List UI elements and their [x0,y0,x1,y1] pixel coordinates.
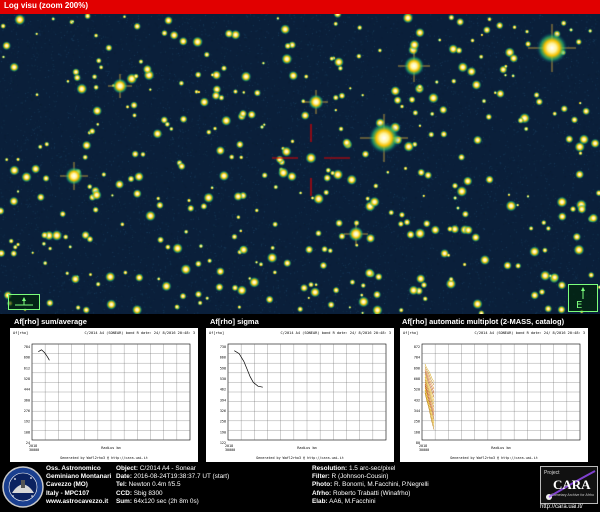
chart-footer: Generated by Wafl2rho3 @ http://cara.uai… [256,456,344,460]
x-tick-label: 30000 [29,448,39,452]
title-text: Log visu (zoom 200%) [4,1,89,10]
panel-title-multiplot: Af[rho] automatic multiplot (2-MASS, cat… [402,317,565,326]
north-arrow-icon [15,297,33,306]
observation-info: Object: C/2014 A4 - Sonear Date: 2016-08… [116,465,229,506]
y-tick-label: 598 [220,366,226,370]
panel-title-sum: Af[rho] sum/average [14,317,87,326]
processing-info: Resolution: 1.5 arc-sec/pixel Filter: R … [312,465,429,506]
y-tick-label: 256 [414,420,420,424]
y-tick-label: 192 [24,420,30,424]
obs-value: 64x120 sec (2h 8m 0s) [133,497,199,505]
y-tick-label: 326 [220,409,226,413]
y-tick-label: 528 [24,377,30,381]
obs-line3: Cavezzo (MO) [46,481,88,489]
chart-object-label: C/2014 A4 (SONEAR) [281,331,320,335]
proc-value: Roberto Trabatti (Winafrho) [332,489,411,497]
x-axis-label: Radius km [491,446,510,450]
y-tick-label: 190 [220,430,226,434]
svg-text:E: E [576,300,582,311]
obs-website[interactable]: www.astrocavezzo.it [46,498,108,505]
title-bar: Log visu (zoom 200%) [0,0,600,14]
cara-name: CARA [553,477,591,492]
y-tick-label: 108 [24,430,30,434]
y-tick-label: 258 [220,420,226,424]
y-tick-label: 530 [220,377,226,381]
orientation-indicator: E [568,284,598,312]
observatory-logo [2,466,44,508]
proc-key: Filter: [312,473,330,481]
proc-value: R. Bonomi, M.Facchini, P.Negrelli [334,481,429,489]
x-axis-label: Radius km [297,446,316,450]
chart-date-label: band R date: 24/ 8/2016 20:48: 3 [126,331,195,335]
afrho-sum-chart: Af[rho] C/2014 A4 (SONEAR) band R date: 24… [10,328,198,462]
obs-value: Sbig 8300 [133,489,163,497]
obs-key: Object: [116,465,139,472]
chart-y-label: Af[rho] [403,331,418,335]
y-tick-label: 872 [414,345,420,349]
comet-image-log-view[interactable] [0,14,600,314]
chart-y-label: Af[rho] [209,331,224,335]
y-tick-label: 444 [24,388,30,392]
chart-date-label: band R date: 24/ 8/2016 20:48: 3 [322,331,391,335]
y-tick-label: 666 [220,356,226,360]
y-tick-label: 276 [24,409,30,413]
proc-key: Elab: [312,497,328,505]
obs-value: C/2014 A4 - Sonear [139,465,196,472]
y-tick-label: 608 [414,377,420,381]
y-tick-label: 168 [414,430,420,434]
obs-line4: Italy - MPC107 [46,489,90,497]
cara-logo[interactable]: Project CARA Cometary Archive for Afrho [540,466,598,504]
y-tick-label: 520 [414,388,420,392]
obs-key: CCD: [116,489,132,497]
obs-key: Tel: [116,481,127,489]
proc-key: Resolution: [312,465,348,472]
observatory-info: Oss. Astronomico Geminiano Montanari Cav… [46,465,111,506]
cara-project: Project [544,470,560,476]
x-axis-label: Radius km [101,446,120,450]
afrho-multiplot-chart: Af[rho] C/2014 A4 (SONEAR) band R date: 24… [400,328,588,462]
cara-url[interactable]: http://cara.uai.it/ [540,504,583,510]
y-tick-label: 344 [414,409,420,413]
panel-title-sigma: Af[rho] sigma [210,317,259,326]
x-tick-label: 30000 [225,448,235,452]
proc-value: 1.5 arc-sec/pixel [348,465,396,472]
x-tick-label: 30000 [419,448,429,452]
y-tick-label: 784 [24,345,30,349]
obs-line2: Geminiano Montanari [46,473,112,481]
observatory-emblem-icon [2,466,44,508]
proc-key: Photo: [312,481,333,489]
chart-date-label: band R date: 24/ 8/2016 20:48: 3 [516,331,585,335]
obs-value: Newton 0.4m f/5.5 [128,481,181,489]
proc-value: R (Johnson-Cousin) [331,473,389,481]
obs-key: Sum: [116,497,132,505]
y-tick-label: 730 [220,345,226,349]
orientation-e-icon: E [576,287,585,311]
chart-y-label: Af[rho] [13,331,28,335]
y-tick-label: 696 [24,356,30,360]
y-tick-label: 612 [24,366,30,370]
chart-footer: Generated by Wafl2rho3 @ http://cara.uai… [60,456,148,460]
chart-object-label: C/2014 A4 (SONEAR) [475,331,514,335]
y-tick-label: 696 [414,366,420,370]
y-tick-label: 462 [220,388,226,392]
obs-key: Date: [116,473,132,481]
cara-subtitle: Cometary Archive for Afrho [551,493,594,497]
y-tick-label: 360 [24,398,30,402]
chart-object-label: C/2014 A4 (SONEAR) [85,331,124,335]
obs-value: 2016-08-24T19:38:37.7 UT (start) [133,473,230,481]
obs-line1: Oss. Astronomico [46,465,101,472]
y-tick-label: 784 [414,356,420,360]
proc-value: AA6, M.Facchini [329,497,376,505]
y-tick-label: 394 [220,398,226,402]
y-tick-label: 432 [414,398,420,402]
north-arrow-indicator [8,294,40,310]
afrho-sigma-chart: Af[rho] C/2014 A4 (SONEAR) band R date: 24… [206,328,394,462]
proc-key: Afrho: [312,489,332,497]
chart-footer: Generated by Wafl2rho3 @ http://cara.uai… [450,456,538,460]
